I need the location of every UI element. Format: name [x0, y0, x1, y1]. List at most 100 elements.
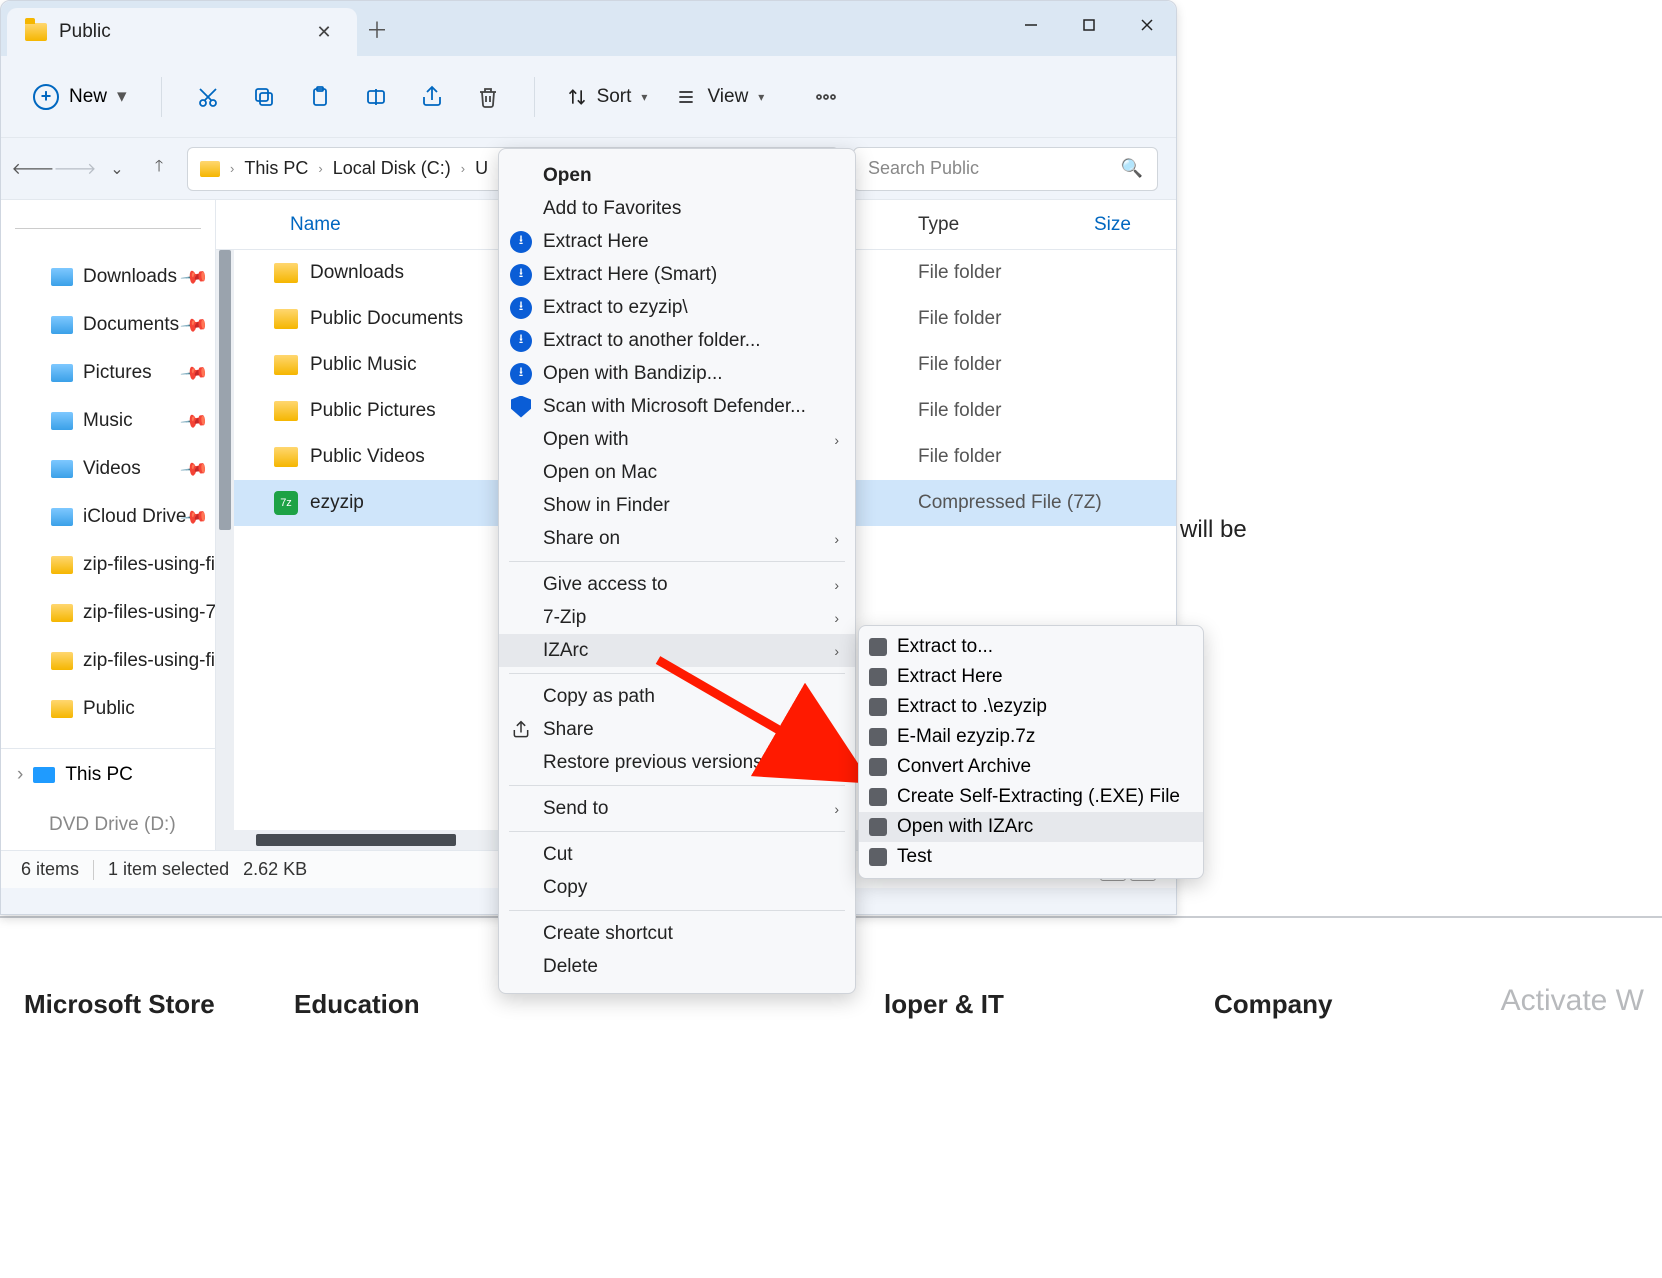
delete-button[interactable] [466, 75, 510, 119]
ctx-copy[interactable]: Copy [499, 871, 855, 904]
copy-button[interactable] [242, 75, 286, 119]
ctx-add-favorites[interactable]: Add to Favorites [499, 192, 855, 225]
file-type: File folder [894, 262, 1134, 284]
sort-button[interactable]: Sort ▾ [559, 86, 656, 108]
sidebar-item[interactable]: Downloads📌 [1, 253, 215, 301]
ctx-copy-path[interactable]: Copy as path [499, 680, 855, 713]
view-button[interactable]: View ▾ [667, 86, 772, 108]
status-size: 2.62 KB [243, 859, 307, 880]
toolbar: + New ▾ Sort ▾ View ▾ [1, 56, 1176, 138]
ctx-defender[interactable]: Scan with Microsoft Defender... [499, 390, 855, 423]
folder-icon [274, 401, 298, 421]
sidebar-item[interactable]: iCloud Drive📌 [1, 493, 215, 541]
folder-icon [51, 556, 73, 574]
vscroll-thumb[interactable] [219, 250, 231, 530]
new-button[interactable]: + New ▾ [23, 78, 137, 116]
search-input[interactable]: Search Public 🔍 [853, 147, 1158, 191]
cut-button[interactable] [186, 75, 230, 119]
sidebar-item[interactable]: zip-files-using-7 [1, 589, 215, 637]
blue-folder-icon [51, 460, 73, 478]
sub-email[interactable]: E-Mail ezyzip.7z [859, 722, 1203, 752]
sub-open-izarc[interactable]: Open with IZArc [859, 812, 1203, 842]
blue-folder-icon [51, 364, 73, 382]
menu-divider [509, 673, 845, 674]
ctx-open-mac[interactable]: Open on Mac [499, 456, 855, 489]
share-icon [509, 718, 533, 742]
ctx-shortcut[interactable]: Create shortcut [499, 917, 855, 950]
ctx-open-bandizip[interactable]: ⭳Open with Bandizip... [499, 357, 855, 390]
sidebar-item[interactable]: Videos📌 [1, 445, 215, 493]
sidebar-item[interactable]: zip-files-using-fi [1, 637, 215, 685]
chevron-down-icon: ▾ [641, 90, 647, 104]
tab-public[interactable]: Public ✕ [7, 8, 357, 56]
crumb-drive[interactable]: Local Disk (C:) [333, 158, 451, 179]
ctx-send-to[interactable]: Send to› [499, 792, 855, 825]
menu-divider [509, 910, 845, 911]
sidebar-item-label: zip-files-using-7 [83, 602, 216, 624]
ctx-share-on[interactable]: Share on› [499, 522, 855, 555]
sidebar-item[interactable]: zip-files-using-fi [1, 541, 215, 589]
tab-close-button[interactable]: ✕ [309, 22, 339, 43]
izarc-icon [869, 668, 887, 686]
chevron-right-icon: › [834, 801, 839, 817]
folder-icon [51, 604, 73, 622]
minimize-button[interactable] [1002, 1, 1060, 49]
sub-self-extract[interactable]: Create Self-Extracting (.EXE) File [859, 782, 1203, 812]
sub-extract-ezyzip[interactable]: Extract to .\ezyzip [859, 692, 1203, 722]
sidebar-item[interactable]: Music📌 [1, 397, 215, 445]
recent-button[interactable]: ⌄ [103, 155, 131, 183]
ctx-share[interactable]: Share [499, 713, 855, 746]
blue-folder-icon [51, 316, 73, 334]
crumb-more[interactable]: U [475, 158, 488, 179]
forward-button[interactable]: 🡒 [61, 155, 89, 183]
folder-icon [25, 23, 47, 41]
sidebar-item[interactable]: Documents📌 [1, 301, 215, 349]
ctx-7zip[interactable]: 7-Zip› [499, 601, 855, 634]
sub-extract-to[interactable]: Extract to... [859, 632, 1203, 662]
ctx-extract-here[interactable]: ⭳Extract Here [499, 225, 855, 258]
sidebar-dvd[interactable]: DVD Drive (D:) [1, 800, 215, 850]
sidebar-item[interactable]: Pictures📌 [1, 349, 215, 397]
ctx-give-access[interactable]: Give access to› [499, 568, 855, 601]
vscrollbar[interactable] [216, 250, 234, 850]
bandizip-icon: ⭳ [510, 264, 532, 286]
col-size[interactable]: Size [1094, 214, 1131, 236]
rename-button[interactable] [354, 75, 398, 119]
more-button[interactable] [804, 75, 848, 119]
ctx-delete[interactable]: Delete [499, 950, 855, 983]
sub-test[interactable]: Test [859, 842, 1203, 872]
hscroll-thumb[interactable] [256, 834, 456, 846]
chevron-right-icon: › [318, 161, 322, 176]
bandizip-icon: ⭳ [510, 297, 532, 319]
ctx-finder[interactable]: Show in Finder [499, 489, 855, 522]
ctx-extract-smart[interactable]: ⭳Extract Here (Smart) [499, 258, 855, 291]
ctx-extract-to[interactable]: ⭳Extract to ezyzip\ [499, 291, 855, 324]
share-button[interactable] [410, 75, 454, 119]
ctx-restore[interactable]: Restore previous versions [499, 746, 855, 779]
sidebar-item[interactable]: Public [1, 685, 215, 733]
shield-icon [511, 396, 531, 418]
folder-icon [200, 161, 220, 177]
ctx-open[interactable]: Open [499, 159, 855, 192]
ctx-extract-another[interactable]: ⭳Extract to another folder... [499, 324, 855, 357]
new-tab-button[interactable]: ＋ [357, 13, 397, 45]
bandizip-icon: ⭳ [510, 231, 532, 253]
close-button[interactable] [1118, 1, 1176, 49]
up-button[interactable]: 🡑 [145, 155, 173, 183]
file-name: Downloads [310, 262, 404, 284]
pin-icon: 📌 [178, 310, 209, 340]
ctx-cut[interactable]: Cut [499, 838, 855, 871]
col-type[interactable]: Type [894, 214, 1094, 236]
crumb-thispc[interactable]: This PC [244, 158, 308, 179]
sub-extract-here[interactable]: Extract Here [859, 662, 1203, 692]
footer-company: Company [1214, 989, 1332, 1020]
paste-button[interactable] [298, 75, 342, 119]
search-icon: 🔍 [1121, 158, 1143, 179]
sub-convert[interactable]: Convert Archive [859, 752, 1203, 782]
back-button[interactable]: 🡐 [19, 155, 47, 183]
ctx-izarc[interactable]: IZArc› [499, 634, 855, 667]
maximize-button[interactable] [1060, 1, 1118, 49]
sidebar-this-pc[interactable]: › This PC [1, 748, 215, 800]
izarc-submenu: Extract to... Extract Here Extract to .\… [858, 625, 1204, 879]
ctx-open-with[interactable]: Open with› [499, 423, 855, 456]
